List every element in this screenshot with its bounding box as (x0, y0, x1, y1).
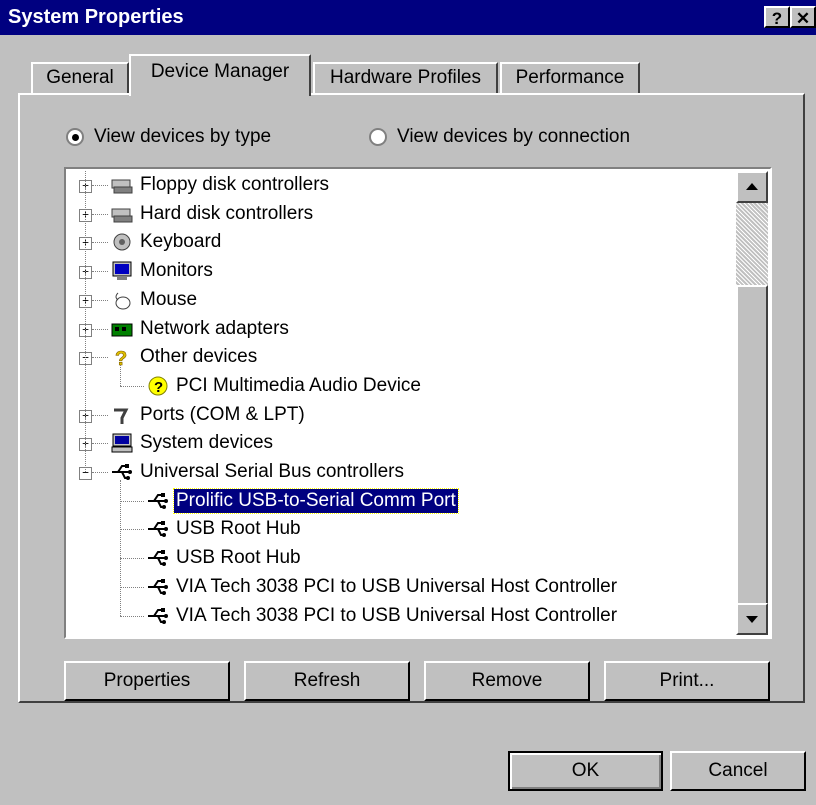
cancel-button[interactable]: Cancel (670, 751, 806, 791)
device-label: Keyboard (140, 231, 222, 253)
tree-connector (92, 185, 108, 186)
radio-selected-dot (72, 134, 79, 141)
device-item[interactable]: USB Root Hub (66, 515, 736, 543)
mouse-icon (115, 292, 131, 310)
tree-connector (92, 328, 108, 330)
port-icon (114, 408, 129, 424)
device-label: PCI Multimedia Audio Device (176, 374, 421, 396)
tree-connector (120, 365, 121, 386)
device-label: Other devices (140, 346, 258, 368)
device-label: Floppy disk controllers (140, 174, 330, 195)
svg-text:?: ? (115, 348, 127, 368)
scroll-up-button[interactable] (736, 171, 768, 203)
device-label: VIA Tech 3038 PCI to USB Universal Host … (176, 575, 618, 597)
tree-connector (120, 500, 144, 502)
usb-icon (148, 521, 168, 538)
device-label: Monitors (140, 260, 213, 282)
tree-connector (92, 242, 108, 244)
keyboard-icon (113, 233, 131, 251)
tree-connector (120, 529, 144, 531)
tree-connector (92, 299, 108, 301)
device-label: VIA Tech 3038 PCI to USB Universal Host … (176, 604, 618, 626)
tree-connector (92, 472, 108, 473)
tree-connector (120, 558, 144, 560)
hard-disk-controller-icon (111, 208, 133, 223)
tree-connector (92, 357, 108, 359)
device-label: System devices (140, 432, 274, 454)
vertical-scrollbar[interactable] (736, 171, 768, 635)
device-label: Ports (COM & LPT) (140, 403, 305, 425)
tree-connector (92, 414, 108, 416)
arrow-up-icon (746, 183, 758, 190)
usb-icon (148, 550, 168, 567)
device-item[interactable]: USB Root Hub (66, 544, 736, 572)
device-label: Network adapters (140, 317, 289, 339)
remove-button[interactable]: Remove (424, 661, 590, 701)
device-label: Prolific USB-to-Serial Comm Port (173, 487, 459, 514)
tab-general[interactable]: General (31, 62, 129, 94)
device-label: USB Root Hub (176, 547, 301, 569)
print-button[interactable]: Print... (604, 661, 770, 701)
device-label: Mouse (140, 288, 198, 310)
device-category[interactable]: + Mouse (66, 286, 736, 314)
device-item[interactable]: VIA Tech 3038 PCI to USB Universal Host … (66, 602, 736, 630)
device-category[interactable]: − Universal Serial Bus controllers (66, 458, 736, 486)
usb-icon (112, 464, 132, 480)
view-by-connection-label[interactable]: View devices by connection (397, 126, 630, 148)
tree-connector (120, 385, 144, 387)
tree-connector (85, 171, 86, 472)
device-category[interactable]: + Network adapters (66, 315, 736, 343)
tree-connector (120, 586, 144, 588)
unknown-device-warning-icon: ? (148, 376, 168, 396)
device-label: Universal Serial Bus controllers (140, 461, 404, 482)
svg-text:?: ? (154, 379, 163, 396)
device-item[interactable]: VIA Tech 3038 PCI to USB Universal Host … (66, 573, 736, 601)
properties-button[interactable]: Properties (64, 661, 230, 701)
device-label: USB Root Hub (176, 518, 301, 540)
tab-performance[interactable]: Performance (500, 62, 640, 94)
device-label: Hard disk controllers (140, 202, 314, 224)
device-category[interactable]: + Hard disk controllers (66, 200, 736, 228)
usb-icon (148, 578, 168, 595)
view-by-type-radio[interactable] (66, 128, 84, 146)
device-category[interactable]: + Ports (COM & LPT) (66, 401, 736, 429)
usb-icon (148, 492, 168, 509)
scroll-thumb[interactable] (736, 285, 768, 609)
help-button[interactable]: ? (764, 6, 790, 28)
device-category[interactable]: −? Other devices (66, 343, 736, 371)
window-title: System Properties (8, 6, 184, 28)
refresh-button[interactable]: Refresh (244, 661, 410, 701)
arrow-down-icon (746, 616, 758, 623)
device-category[interactable]: + Floppy disk controllers (66, 171, 736, 199)
device-category[interactable]: + System devices (66, 429, 736, 457)
tree-connector (92, 213, 108, 215)
scroll-track[interactable] (736, 203, 768, 285)
tree-connector (92, 443, 108, 445)
tab-hardware-profiles[interactable]: Hardware Profiles (313, 62, 498, 94)
view-by-connection-radio[interactable] (369, 128, 387, 146)
usb-icon (148, 607, 168, 624)
monitor-icon (112, 261, 132, 281)
device-item[interactable]: ? PCI Multimedia Audio Device (66, 372, 736, 400)
floppy-controller-icon (111, 179, 133, 194)
device-item[interactable]: Prolific USB-to-Serial Comm Port (66, 487, 736, 515)
scroll-down-button[interactable] (736, 603, 768, 635)
question-mark-icon: ? (115, 348, 128, 368)
tree-connector (120, 480, 121, 616)
device-tree[interactable]: + Floppy disk controllers + Hard disk contr… (64, 167, 772, 639)
tree-connector (92, 271, 108, 273)
tab-device-manager[interactable]: Device Manager (129, 54, 311, 96)
close-button[interactable]: ✕ (790, 6, 816, 28)
system-devices-icon (111, 433, 133, 453)
view-by-type-label[interactable]: View devices by type (94, 126, 271, 148)
ok-button[interactable]: OK (508, 751, 663, 791)
title-bar: System Properties ? ✕ (0, 0, 816, 35)
tree-connector (120, 615, 144, 617)
device-category[interactable]: + Keyboard (66, 228, 736, 256)
device-category[interactable]: + Monitors (66, 257, 736, 285)
network-adapter-icon (111, 323, 133, 336)
